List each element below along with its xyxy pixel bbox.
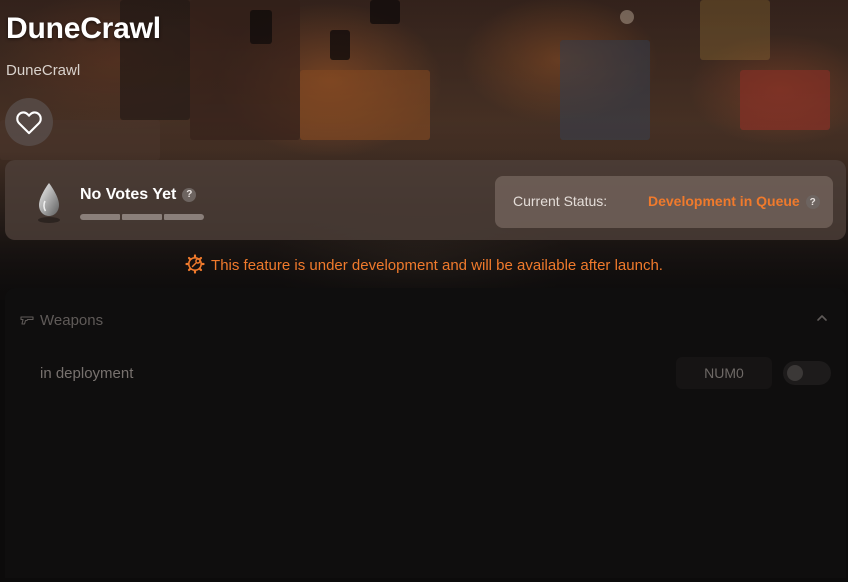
status-box: Current Status: Development in Queue? xyxy=(495,176,833,228)
status-value-text: Development in Queue xyxy=(648,193,800,209)
game-title: DuneCrawl xyxy=(6,12,161,45)
silver-drop-icon xyxy=(38,183,60,223)
section-title: Weapons xyxy=(40,312,104,329)
settings-panel: Weapons in deployment NUM0 xyxy=(5,288,846,578)
vote-panel: No Votes Yet? Current Status: Developmen… xyxy=(5,160,846,240)
status-label: Current Status: xyxy=(513,193,608,209)
votes-status: No Votes Yet? xyxy=(80,186,197,204)
setting-row-label: in deployment xyxy=(40,365,134,382)
favorite-button[interactable] xyxy=(5,98,53,146)
toggle-knob xyxy=(787,365,803,381)
status-value: Development in Queue? xyxy=(648,193,820,210)
votes-progress-bar xyxy=(80,214,204,220)
progress-segment xyxy=(164,214,204,220)
keybind-button[interactable]: NUM0 xyxy=(676,357,772,389)
development-notice: This feature is under development and wi… xyxy=(0,254,848,274)
gear-wrench-icon xyxy=(185,254,205,274)
weapons-section-header[interactable]: Weapons xyxy=(5,288,846,354)
progress-segment xyxy=(122,214,162,220)
progress-segment xyxy=(80,214,120,220)
development-notice-text: This feature is under development and wi… xyxy=(211,257,663,274)
votes-label-text: No Votes Yet xyxy=(80,186,177,203)
heart-outline-icon xyxy=(16,111,42,135)
status-help-icon[interactable]: ? xyxy=(805,195,820,210)
deployment-toggle[interactable] xyxy=(783,361,831,385)
chevron-up-icon[interactable] xyxy=(814,310,830,326)
votes-help-icon[interactable]: ? xyxy=(182,187,197,202)
game-subtitle: DuneCrawl xyxy=(6,62,81,79)
pistol-icon xyxy=(20,316,34,325)
